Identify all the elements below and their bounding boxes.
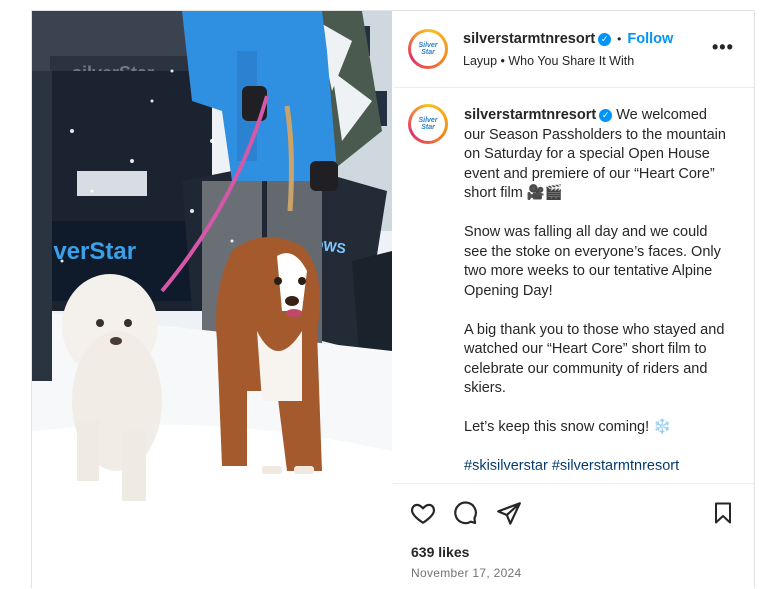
separator-dot: • bbox=[617, 32, 622, 46]
header-username-line: silverstarmtnresort ✓ • Follow bbox=[463, 30, 673, 48]
caption-avatar-logo-line1: Silver bbox=[418, 117, 438, 124]
caption-area: Silver Star silverstarmtnresort ✓ We welc… bbox=[393, 88, 754, 481]
post-side-panel: Silver Star silverstarmtnresort ✓ • Follow … bbox=[393, 11, 754, 588]
action-bar: 639 likes November 17, 2024 bbox=[393, 483, 754, 589]
instagram-post: silverStar ilverStar KNOWS bbox=[31, 10, 755, 588]
comment-icon[interactable] bbox=[452, 500, 478, 531]
follow-button[interactable]: Follow bbox=[627, 31, 673, 47]
avatar-logo-line1: Silver bbox=[418, 42, 438, 49]
likes-count[interactable]: 639 likes bbox=[411, 544, 469, 560]
caption-username[interactable]: silverstarmtnresort bbox=[464, 107, 596, 123]
caption-avatar[interactable]: Silver Star bbox=[408, 104, 448, 144]
header-audio-subtitle[interactable]: Layup • Who You Share It With bbox=[463, 54, 634, 68]
caption-paragraph-2: Snow was falling all day and we could se… bbox=[464, 224, 721, 299]
share-icon[interactable] bbox=[496, 500, 522, 531]
bookmark-icon[interactable] bbox=[711, 500, 735, 531]
header-username[interactable]: silverstarmtnresort bbox=[463, 31, 595, 47]
post-date[interactable]: November 17, 2024 bbox=[411, 566, 522, 580]
post-photo[interactable]: silverStar ilverStar KNOWS bbox=[32, 11, 392, 588]
caption-paragraph-4: Let’s keep this snow coming! ❄️ bbox=[464, 419, 672, 435]
post-header: Silver Star silverstarmtnresort ✓ • Follow … bbox=[393, 11, 754, 88]
avatar[interactable]: Silver Star bbox=[408, 29, 448, 69]
caption-text: silverstarmtnresort ✓ We welcomed our Sea… bbox=[464, 106, 726, 481]
verified-icon: ✓ bbox=[598, 33, 612, 46]
caption-paragraph-3: A big thank you to those who stayed and … bbox=[464, 321, 725, 397]
heart-icon[interactable] bbox=[410, 500, 436, 531]
banner-text: ilverStar bbox=[40, 238, 136, 265]
caption-verified-icon: ✓ bbox=[599, 109, 613, 122]
caption-fade bbox=[393, 467, 754, 481]
avatar-logo-line2: Star bbox=[421, 49, 435, 56]
more-options-icon[interactable]: ••• bbox=[712, 37, 734, 58]
caption-avatar-logo-line2: Star bbox=[421, 124, 435, 131]
